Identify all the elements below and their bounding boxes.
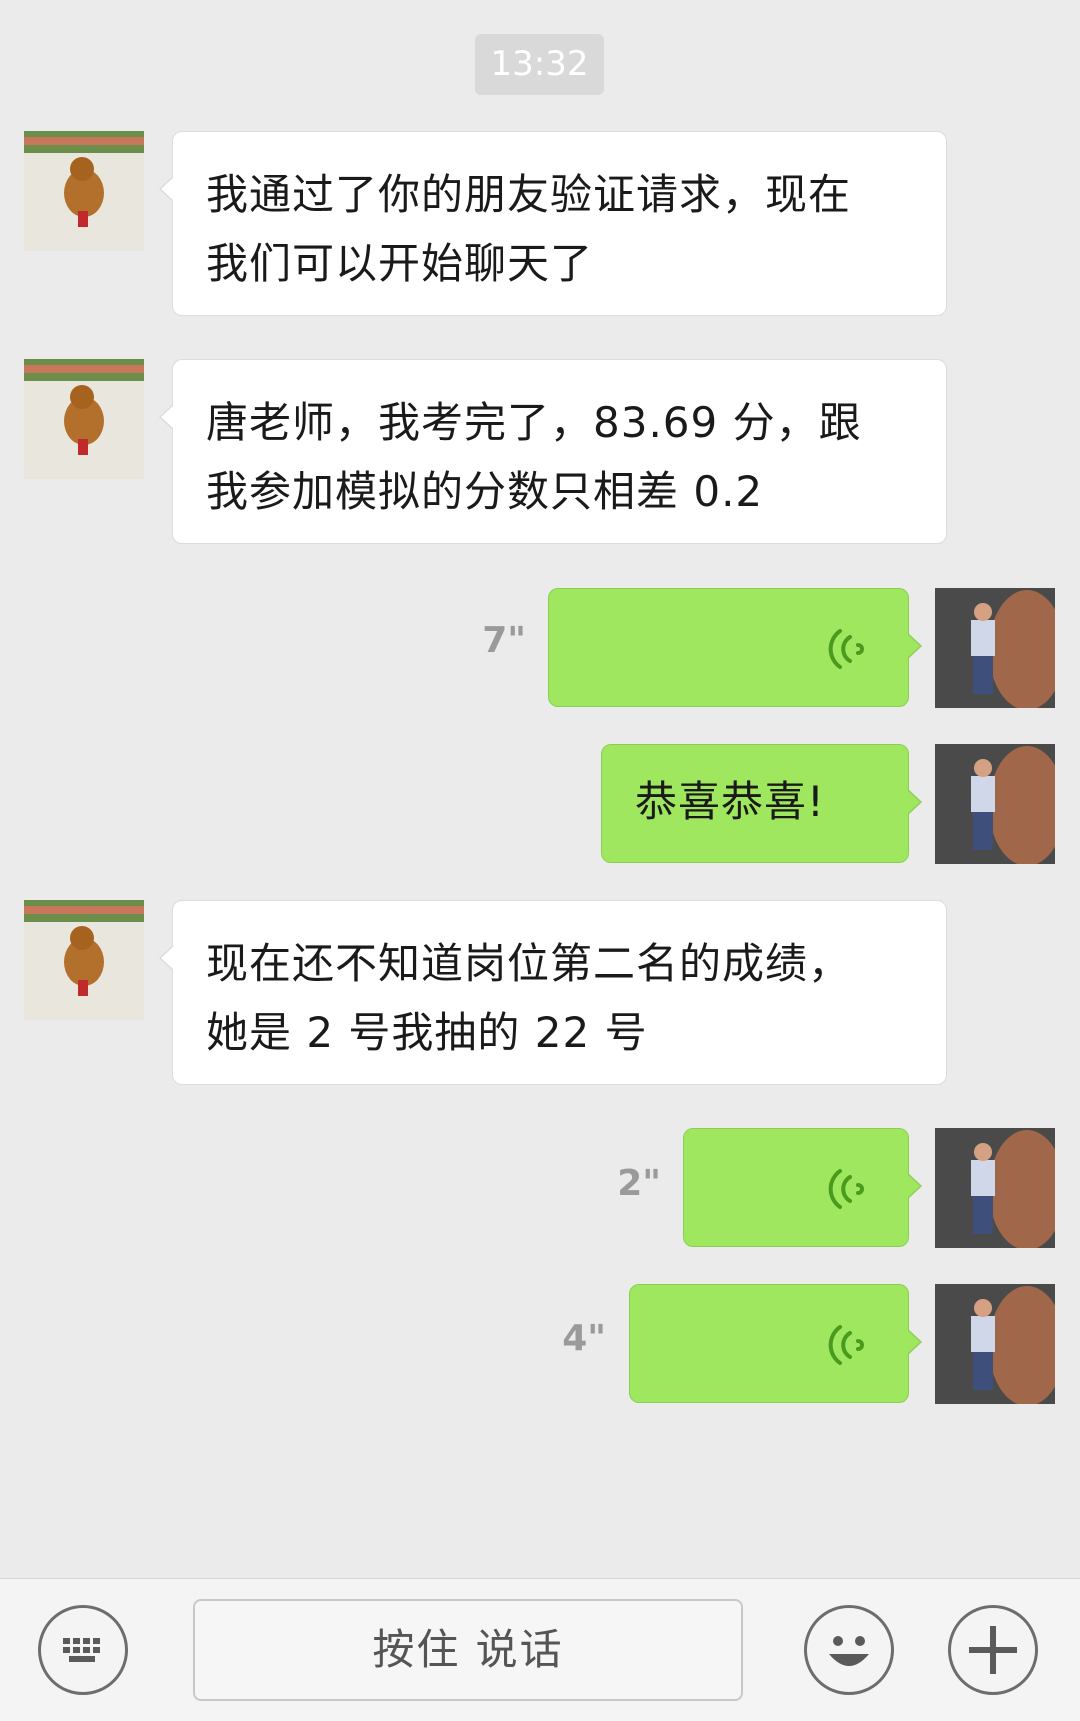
voice-wave-icon (828, 629, 864, 669)
voice-message-bubble[interactable] (548, 588, 922, 707)
plus-icon (969, 1626, 1017, 1674)
keyboard-icon (63, 1638, 100, 1662)
hold-to-talk-button[interactable]: 按住 说话 (193, 1599, 743, 1701)
voice-wave-icon (828, 1325, 864, 1365)
add-more-button[interactable] (948, 1605, 1038, 1695)
message-text: 恭喜恭喜! (635, 777, 825, 826)
emoji-icon (829, 1636, 869, 1666)
timestamp: 13:32 (475, 34, 604, 95)
user-avatar[interactable] (935, 1128, 1055, 1248)
contact-avatar[interactable] (24, 131, 144, 251)
incoming-message-bubble[interactable]: 我通过了你的朋友验证请求，现在 我们可以开始聊天了 (159, 131, 947, 316)
voice-duration: 7" (482, 620, 526, 661)
user-avatar[interactable] (935, 1284, 1055, 1404)
voice-duration: 2" (617, 1163, 661, 1204)
contact-avatar[interactable] (24, 900, 144, 1020)
message-text: 唐老师，我考完了，83.69 分，跟 我参加模拟的分数只相差 0.2 (206, 398, 862, 516)
user-avatar[interactable] (935, 744, 1055, 864)
chat-input-bar: 按住 说话 (0, 1578, 1080, 1721)
message-text: 我通过了你的朋友验证请求，现在 我们可以开始聊天了 (206, 170, 852, 288)
incoming-message-bubble[interactable]: 现在还不知道岗位第二名的成绩， 她是 2 号我抽的 22 号 (159, 900, 947, 1085)
contact-avatar[interactable] (24, 359, 144, 479)
incoming-message-bubble[interactable]: 唐老师，我考完了，83.69 分，跟 我参加模拟的分数只相差 0.2 (159, 359, 947, 544)
voice-duration: 4" (562, 1318, 606, 1359)
message-text: 现在还不知道岗位第二名的成绩， 她是 2 号我抽的 22 号 (206, 939, 852, 1057)
voice-message-bubble[interactable] (629, 1284, 922, 1403)
voice-message-bubble[interactable] (683, 1128, 922, 1247)
user-avatar[interactable] (935, 588, 1055, 708)
outgoing-message-bubble[interactable]: 恭喜恭喜! (601, 744, 922, 863)
voice-wave-icon (828, 1169, 864, 1209)
emoji-button[interactable] (804, 1605, 894, 1695)
keyboard-toggle-button[interactable] (38, 1605, 128, 1695)
